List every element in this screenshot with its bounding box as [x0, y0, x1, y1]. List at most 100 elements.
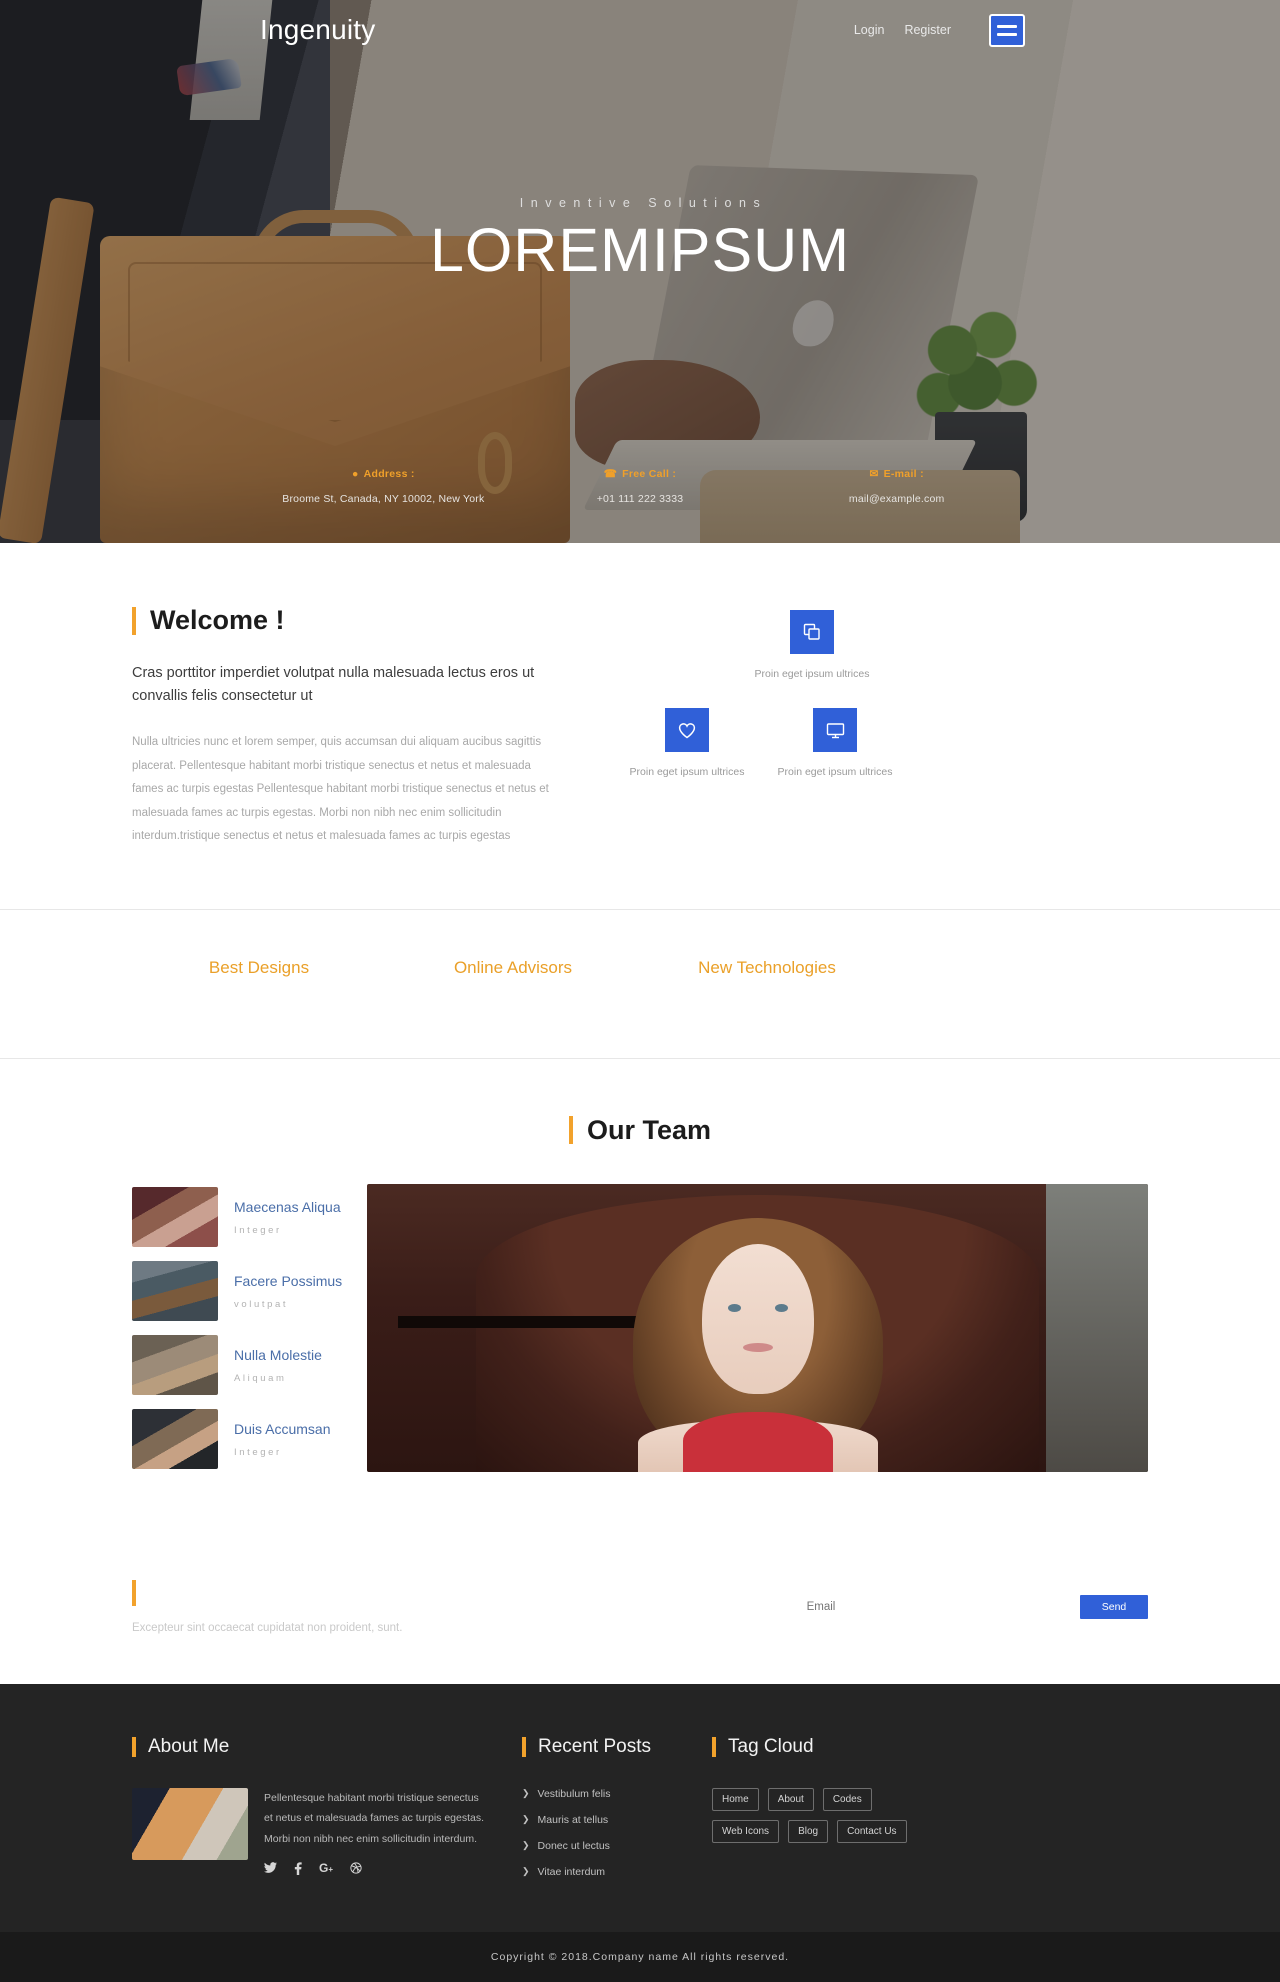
- footer-tag-cloud-column: Tag Cloud Home About Codes Web Icons Blo…: [712, 1736, 1148, 1892]
- accent-bar: [568, 1116, 573, 1145]
- team-section: Our Team Maecenas Aliqua Integer Facere …: [0, 1058, 1280, 1550]
- team-member-avatar: [132, 1261, 218, 1322]
- about-me-heading-text: About Me: [148, 1735, 230, 1757]
- feature-item-2[interactable]: Proin eget ipsum ultrices: [612, 708, 762, 781]
- recent-post-label: Mauris at tellus: [537, 1813, 609, 1826]
- about-me-heading: About Me: [132, 1736, 486, 1758]
- recent-post-item[interactable]: ❯ Mauris at tellus: [522, 1814, 712, 1826]
- feature-item-1[interactable]: Proin eget ipsum ultrices: [737, 610, 887, 683]
- team-featured-photo: [367, 1183, 1148, 1472]
- team-member-name[interactable]: Duis Accumsan: [234, 1421, 330, 1437]
- contact-address-value: Broome St, Canada, NY 10002, New York: [282, 493, 485, 505]
- welcome-heading: Welcome !: [132, 605, 552, 636]
- newsletter-input-wrap: [562, 1600, 1080, 1613]
- hero-title: LOREMIPSUM: [429, 216, 851, 284]
- recent-post-item[interactable]: ❯ Vestibulum felis: [522, 1788, 712, 1800]
- hero-contact-bar: ● Address : Broome St, Canada, NY 10002, …: [255, 468, 1025, 505]
- team-member-name[interactable]: Facere Possimus: [234, 1273, 342, 1289]
- team-member-role: Aliquam: [234, 1372, 287, 1384]
- team-member-name[interactable]: Nulla Molestie: [234, 1347, 322, 1363]
- service-item-empty: [894, 958, 1148, 978]
- newsletter-section: Excepteur sint occaecat cupidatat non pr…: [0, 1549, 1280, 1684]
- welcome-lead-text: Cras porttitor imperdiet volutpat nulla …: [132, 665, 535, 705]
- facebook-icon[interactable]: [294, 1862, 302, 1877]
- recent-posts-heading-text: Recent Posts: [538, 1735, 651, 1757]
- team-member-avatar: [132, 1187, 218, 1248]
- newsletter-send-button[interactable]: Send: [1080, 1594, 1148, 1619]
- team-member-row[interactable]: Facere Possimus volutpat: [132, 1258, 347, 1325]
- chevron-right-icon: ❯: [522, 1866, 530, 1877]
- login-link[interactable]: Login: [854, 23, 885, 37]
- team-heading: Our Team: [132, 1115, 1148, 1146]
- welcome-heading-text: Welcome !: [150, 605, 285, 635]
- copy-layers-icon: [790, 610, 834, 654]
- google-plus-icon[interactable]: G+: [319, 1862, 333, 1877]
- chevron-right-icon: ❯: [522, 1814, 530, 1825]
- recent-post-item[interactable]: ❯ Vitae interdum: [522, 1866, 712, 1878]
- recent-post-item[interactable]: ❯ Donec ut lectus: [522, 1840, 712, 1852]
- tag-item[interactable]: About: [767, 1787, 814, 1811]
- team-member-name[interactable]: Maecenas Aliqua: [234, 1199, 341, 1215]
- tag-list: Home About Codes Web Icons Blog Contact …: [712, 1787, 912, 1843]
- team-member-role: volutpat: [234, 1298, 289, 1310]
- service-item-new-technologies[interactable]: New Technologies: [640, 958, 894, 978]
- accent-bar: [132, 1579, 136, 1606]
- team-member-role: Integer: [234, 1446, 282, 1458]
- team-heading-text: Our Team: [586, 1114, 712, 1145]
- team-member-row[interactable]: Nulla Molestie Aliquam: [132, 1332, 347, 1399]
- header-nav: Login Register: [854, 13, 1025, 47]
- contact-email-value: mail@example.com: [848, 493, 945, 505]
- brand-logo[interactable]: Ingenuity: [260, 14, 375, 46]
- contact-address-label: ● Address :: [351, 468, 415, 480]
- hamburger-menu-icon[interactable]: [989, 13, 1025, 47]
- accent-bar: [132, 606, 136, 635]
- tag-item[interactable]: Blog: [788, 1819, 829, 1843]
- feature-caption: Proin eget ipsum ultrices: [754, 668, 870, 680]
- tag-item[interactable]: Home: [712, 1787, 759, 1811]
- team-member-list: Maecenas Aliqua Integer Facere Possimus …: [132, 1184, 347, 1480]
- hero-subtitle: Inventive Solutions: [519, 196, 768, 210]
- tag-cloud-heading-text: Tag Cloud: [728, 1735, 814, 1757]
- phone-icon: ☎: [603, 468, 618, 480]
- contact-email-label: ✉ E-mail :: [869, 468, 924, 480]
- service-item-online-advisors[interactable]: Online Advisors: [386, 958, 640, 978]
- tag-item[interactable]: Contact Us: [837, 1819, 907, 1843]
- welcome-section: Welcome ! Cras porttitor imperdiet volut…: [0, 543, 1280, 909]
- tag-item[interactable]: Web Icons: [712, 1819, 780, 1843]
- feature-item-3[interactable]: Proin eget ipsum ultrices: [760, 708, 910, 781]
- site-footer: About Me Pellentesque habitant morbi tri…: [0, 1683, 1280, 1932]
- recent-posts-heading: Recent Posts: [522, 1736, 712, 1758]
- footer-about-column: About Me Pellentesque habitant morbi tri…: [132, 1736, 522, 1892]
- location-pin-icon: ●: [351, 468, 359, 480]
- heart-icon: [665, 708, 709, 752]
- contact-phone-value: +01 111 222 3333: [596, 493, 684, 505]
- welcome-text-column: Welcome ! Cras porttitor imperdiet volut…: [132, 605, 582, 849]
- about-thumbnail: [132, 1787, 248, 1860]
- feature-caption: Proin eget ipsum ultrices: [777, 766, 893, 778]
- footer-recent-posts-column: Recent Posts ❯ Vestibulum felis ❯ Mauris…: [522, 1736, 712, 1892]
- monitor-icon: [813, 708, 857, 752]
- service-title: Best Designs: [208, 957, 310, 977]
- tag-item[interactable]: Codes: [822, 1787, 872, 1811]
- hero-text-block: Inventive Solutions LOREMIPSUM: [0, 196, 1280, 282]
- newsletter-email-input[interactable]: [691, 1600, 951, 1613]
- service-item-best-designs[interactable]: Best Designs: [132, 958, 386, 978]
- contact-item-email: ✉ E-mail : mail@example.com: [768, 468, 1025, 505]
- contact-phone-label: ☎ Free Call :: [603, 468, 677, 480]
- register-link[interactable]: Register: [904, 23, 951, 37]
- contact-item-phone: ☎ Free Call : +01 111 222 3333: [512, 468, 769, 505]
- copyright-bar: Copyright © 2018.Company name All rights…: [0, 1931, 1280, 1982]
- services-section: Best Designs Online Advisors New Technol…: [0, 908, 1280, 1059]
- about-description: Pellentesque habitant morbi tristique se…: [264, 1791, 485, 1845]
- accent-bar: [132, 1736, 136, 1757]
- team-member-row[interactable]: Duis Accumsan Integer: [132, 1406, 347, 1473]
- welcome-body-text: Nulla ultricies nunc et lorem semper, qu…: [132, 735, 549, 843]
- social-links: G+: [264, 1862, 486, 1877]
- service-title: Online Advisors: [453, 957, 573, 977]
- recent-post-label: Donec ut lectus: [537, 1839, 610, 1852]
- team-member-row[interactable]: Maecenas Aliqua Integer: [132, 1184, 347, 1251]
- dribbble-icon[interactable]: [350, 1862, 362, 1877]
- twitter-icon[interactable]: [264, 1862, 277, 1877]
- tag-cloud-heading: Tag Cloud: [712, 1736, 1148, 1758]
- team-member-avatar: [132, 1409, 218, 1470]
